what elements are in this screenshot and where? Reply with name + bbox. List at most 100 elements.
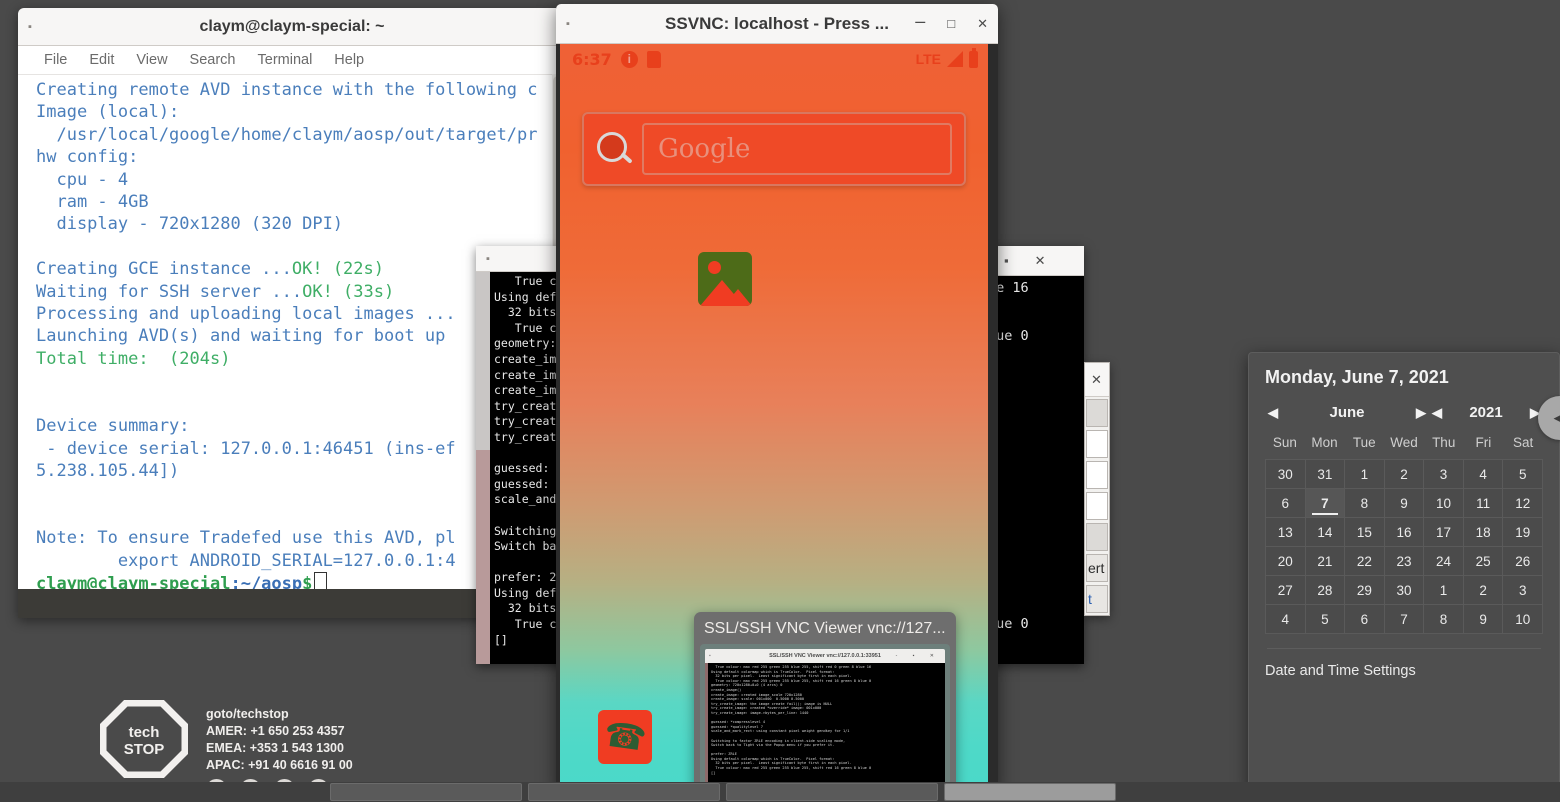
taskbar-item-active[interactable] (944, 783, 1116, 801)
nested-vnc-window[interactable]: ▪ SSL/SSH VNC Viewer vnc://127.0.0.1:339… (700, 644, 950, 792)
taskbar[interactable] (0, 782, 1560, 802)
android-screen[interactable]: 6:37 i LTE Google ☎ SSL/SSH VNC V (560, 44, 988, 792)
xterm-mid-scroll-thumb[interactable] (476, 272, 490, 450)
calendar-day-names: Sun Mon Tue Wed Thu Fri Sat (1265, 435, 1543, 459)
calendar-day-cell[interactable]: 5 (1503, 460, 1542, 488)
calendar-grid[interactable]: 3031123456789101112131415161718192021222… (1265, 459, 1543, 634)
dialog-field-row[interactable] (1086, 399, 1108, 427)
calendar-day-cell[interactable]: 14 (1306, 518, 1345, 546)
calendar-day-cell[interactable]: 22 (1345, 547, 1384, 575)
calendar-day-cell[interactable]: 3 (1503, 576, 1542, 604)
calendar-day-cell[interactable]: 6 (1266, 489, 1305, 517)
prev-month-button[interactable]: ◀ (1265, 405, 1281, 421)
calendar-day-cell[interactable]: 8 (1424, 605, 1463, 633)
calendar-day-cell[interactable]: 9 (1385, 489, 1424, 517)
nested-vnc-output[interactable]: True colour: max red 255 green 255 blue … (705, 663, 945, 792)
nested-vnc-titlebar[interactable]: ▪ SSL/SSH VNC Viewer vnc://127.0.0.1:339… (705, 649, 945, 663)
calendar-day-cell[interactable]: 4 (1464, 460, 1503, 488)
settings-dialog-close-icon[interactable]: ✕ (1091, 373, 1102, 386)
calendar-day-cell[interactable]: 6 (1345, 605, 1384, 633)
xterm-right-close-icon[interactable]: ✕ (1035, 254, 1046, 267)
calendar-day-cell[interactable]: 28 (1306, 576, 1345, 604)
calendar-day-cell[interactable]: 8 (1345, 489, 1384, 517)
terminal-titlebar[interactable]: ▪ claym@claym-special: ~ (18, 8, 566, 46)
calendar-day-cell[interactable]: 10 (1424, 489, 1463, 517)
menu-file[interactable]: File (44, 52, 67, 68)
status-clock: 6:37 (572, 50, 612, 69)
ssvnc-window[interactable]: ▪ SSVNC: localhost - Press ... – □ ✕ 6:3… (556, 4, 998, 792)
dialog-input-row[interactable] (1086, 461, 1108, 489)
phone-icon[interactable]: ☎ (598, 710, 652, 764)
taskbar-item[interactable] (330, 783, 522, 801)
xterm-right-window[interactable]: ▪ ✕ ue 16 lue 0 lue 0 (986, 246, 1084, 664)
calendar-day-cell[interactable]: 30 (1385, 576, 1424, 604)
dialog-input-row[interactable] (1086, 430, 1108, 458)
dialog-secondary-button[interactable]: t (1086, 585, 1108, 613)
calendar-day-cell[interactable]: 24 (1424, 547, 1463, 575)
calendar-day-cell[interactable]: 4 (1266, 605, 1305, 633)
ssvnc-maximize-icon[interactable]: □ (947, 17, 955, 30)
calendar-day-cell[interactable]: 30 (1266, 460, 1305, 488)
menu-view[interactable]: View (136, 52, 167, 68)
calendar-day-cell[interactable]: 25 (1464, 547, 1503, 575)
calendar-popup[interactable]: Monday, June 7, 2021 ◀ June ▶ ◀ 2021 ▶ S… (1248, 352, 1560, 790)
calendar-day-cell[interactable]: 1 (1345, 460, 1384, 488)
menu-edit[interactable]: Edit (89, 52, 114, 68)
calendar-day-cell[interactable]: 7 (1385, 605, 1424, 633)
dialog-input-row[interactable] (1086, 492, 1108, 520)
calendar-day-cell[interactable]: 16 (1385, 518, 1424, 546)
prev-year-button[interactable]: ◀ (1429, 405, 1445, 421)
xterm-mid-scroll-track[interactable] (476, 450, 490, 664)
ssvnc-window-buttons[interactable]: – □ ✕ (915, 15, 988, 33)
xterm-right-titlebar[interactable]: ▪ ✕ (986, 246, 1084, 276)
taskbar-item[interactable] (528, 783, 720, 801)
calendar-day-cell[interactable]: 2 (1385, 460, 1424, 488)
google-search-widget[interactable]: Google (582, 112, 966, 186)
nested-vnc-window-buttons[interactable]: - ▪ ✕ (896, 653, 941, 659)
ssvnc-titlebar[interactable]: ▪ SSVNC: localhost - Press ... – □ ✕ (556, 4, 998, 44)
xterm-mid-scrollbar[interactable] (476, 272, 490, 664)
gallery-icon[interactable] (698, 252, 752, 306)
calendar-day-cell[interactable]: 23 (1385, 547, 1424, 575)
search-input[interactable]: Google (642, 123, 952, 175)
xterm-right-output[interactable]: ue 16 lue 0 lue 0 (986, 276, 1084, 664)
calendar-day-cell[interactable]: 21 (1306, 547, 1345, 575)
date-time-settings-link[interactable]: Date and Time Settings (1265, 649, 1543, 679)
calendar-day-cell[interactable]: 15 (1345, 518, 1384, 546)
calendar-day-cell[interactable]: 9 (1464, 605, 1503, 633)
calendar-day-cell-selected[interactable]: 7 (1306, 489, 1345, 517)
calendar-day-cell[interactable]: 17 (1424, 518, 1463, 546)
dialog-field-row[interactable] (1086, 523, 1108, 551)
ssvnc-close-icon[interactable]: ✕ (977, 17, 988, 30)
menu-terminal[interactable]: Terminal (258, 52, 313, 68)
terminal-total-time: Total time: (204s) (36, 349, 230, 369)
calendar-day-cell[interactable]: 26 (1503, 547, 1542, 575)
calendar-navigation[interactable]: ◀ June ▶ ◀ 2021 ▶ (1265, 404, 1543, 421)
calendar-day-cell[interactable]: 18 (1464, 518, 1503, 546)
calendar-day-cell[interactable]: 10 (1503, 605, 1542, 633)
calendar-day-cell[interactable]: 27 (1266, 576, 1305, 604)
calendar-day-cell[interactable]: 29 (1345, 576, 1384, 604)
settings-dialog[interactable]: ✕ ert t (1084, 362, 1110, 616)
taskbar-item[interactable] (726, 783, 938, 801)
terminal-menubar[interactable]: File Edit View Search Terminal Help (18, 46, 566, 75)
menu-help[interactable]: Help (334, 52, 364, 68)
calendar-day-cell[interactable]: 12 (1503, 489, 1542, 517)
ssvnc-minimize-icon[interactable]: – (915, 12, 925, 30)
menu-search[interactable]: Search (190, 52, 236, 68)
dialog-cert-button[interactable]: ert (1086, 554, 1108, 582)
calendar-day-cell[interactable]: 13 (1266, 518, 1305, 546)
nested-vnc-card[interactable]: SSL/SSH VNC Viewer vnc://127... ▪ SSL/SS… (694, 612, 956, 792)
calendar-day-cell[interactable]: 19 (1503, 518, 1542, 546)
calendar-day-cell[interactable]: 2 (1464, 576, 1503, 604)
xterm-right-window-buttons[interactable]: ▪ ✕ (1004, 254, 1046, 267)
calendar-day-cell[interactable]: 20 (1266, 547, 1305, 575)
settings-dialog-titlebar[interactable]: ✕ (1085, 363, 1109, 397)
next-month-button[interactable]: ▶ (1413, 405, 1429, 421)
xterm-right-maximize-icon[interactable]: ▪ (1004, 254, 1009, 267)
calendar-day-cell[interactable]: 31 (1306, 460, 1345, 488)
calendar-day-cell[interactable]: 3 (1424, 460, 1463, 488)
calendar-day-cell[interactable]: 1 (1424, 576, 1463, 604)
calendar-day-cell[interactable]: 11 (1464, 489, 1503, 517)
calendar-day-cell[interactable]: 5 (1306, 605, 1345, 633)
